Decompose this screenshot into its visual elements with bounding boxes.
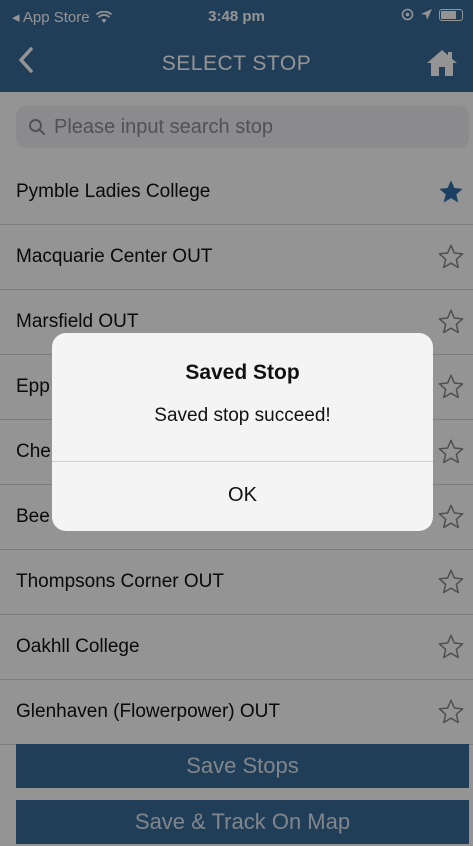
alert-title: Saved Stop: [185, 361, 300, 384]
alert-message: Saved stop succeed!: [154, 405, 331, 426]
alert-dialog: Saved Stop Saved stop succeed! OK: [52, 333, 433, 531]
ok-button[interactable]: OK: [52, 462, 433, 531]
